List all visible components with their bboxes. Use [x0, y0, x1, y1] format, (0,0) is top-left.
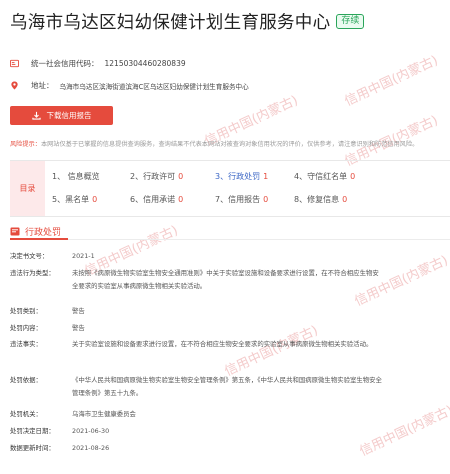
catalog-item-repair-info[interactable]: 8、修复信息 0 — [294, 194, 347, 205]
catalog-item-label: 6、信用承诺 — [130, 195, 176, 204]
detail-key: 数据更新时间： — [10, 444, 55, 452]
credit-code-value: 12150304460280839 — [104, 59, 186, 68]
section-header: 行政处罚 — [10, 223, 450, 239]
credit-code-row: 统一社会信用代码： 12150304460280839 — [10, 58, 186, 69]
catalog-item-credit-commitment[interactable]: 6、信用承诺 0 — [130, 194, 183, 205]
catalog-item-admin-license[interactable]: 2、行政许可 0 — [130, 171, 183, 182]
catalog-item-count: 0 — [178, 195, 184, 204]
download-report-button[interactable]: 下载信用报告 — [10, 106, 113, 125]
catalog-item-credit-report[interactable]: 7、信用报告 0 — [215, 194, 268, 205]
credit-code-label: 统一社会信用代码： — [31, 59, 99, 68]
download-report-label: 下载信用报告 — [46, 111, 92, 120]
catalog-item-label: 1、 信息概览 — [52, 172, 100, 181]
catalog-item-overview[interactable]: 1、 信息概览 — [52, 171, 103, 182]
address-value: 乌海市乌达区滨海街道滨海C区乌达区妇幼保健计划生育服务中心 — [59, 82, 249, 91]
detail-value: 《中华人民共和国病原微生物实验室生物安全管理条例》第五条，《中华人民共和国病原微… — [72, 376, 382, 397]
location-pin-icon — [11, 81, 18, 90]
section-title: 行政处罚 — [25, 227, 62, 238]
detail-key: 处罚依据： — [10, 376, 42, 384]
detail-value: 警告 — [72, 307, 85, 315]
catalog-item-admin-penalty[interactable]: 3、行政处罚 1 — [215, 171, 268, 182]
catalog-item-count: 0 — [342, 195, 348, 204]
page-header: 乌海市乌达区妇幼保健计划生育服务中心 存续 — [10, 8, 365, 34]
detail-key: 处罚内容： — [10, 324, 42, 332]
detail-value: 2021-1 — [72, 252, 95, 260]
catalog-item-count: 0 — [92, 195, 98, 204]
risk-notice-text: 本网站仅基于已掌握的信息提供查询服务，查询结果不代表本网站对被查询对象信用状况的… — [40, 141, 419, 148]
catalog-item-label: 8、修复信息 — [294, 195, 340, 204]
detail-value: 未按照《病原微生物实验室生物安全通用准则》中关于实验室设施和设备要求进行设置，在… — [72, 269, 379, 290]
catalog-item-label: 5、黑名单 — [52, 195, 90, 204]
download-icon — [31, 111, 41, 120]
address-row: 地址： 乌海市乌达区滨海街道滨海C区乌达区妇幼保健计划生育服务中心 — [10, 80, 249, 91]
detail-key: 决定书文号： — [10, 252, 49, 260]
detail-key: 处罚机关： — [10, 410, 42, 418]
status-badge: 存续 — [336, 13, 365, 29]
catalog-item-label: 7、信用报告 — [215, 195, 261, 204]
risk-notice-label: 风险提示： — [10, 141, 41, 148]
detail-value: 2021-06-30 — [72, 427, 110, 435]
catalog-item-count: 0 — [178, 172, 184, 181]
address-label: 地址： — [31, 81, 54, 90]
document-icon — [10, 227, 20, 235]
catalog-item-label: 2、行政许可 — [130, 172, 176, 181]
detail-key: 处罚决定日期： — [10, 427, 55, 435]
company-name: 乌海市乌达区妇幼保健计划生育服务中心 — [10, 12, 331, 33]
catalog-item-redlist[interactable]: 4、守信红名单 0 — [294, 171, 355, 182]
catalog-table: 目录 1、 信息概览 2、行政许可 0 3、行政处罚 1 4、守信红名单 0 5、黑名… — [10, 160, 450, 217]
section-divider — [10, 238, 450, 240]
id-card-icon — [10, 59, 19, 68]
catalog-label: 目录 — [10, 161, 45, 216]
catalog-item-count: 0 — [350, 172, 356, 181]
catalog-item-count: 0 — [263, 195, 269, 204]
catalog-item-label: 3、行政处罚 — [215, 172, 261, 181]
detail-value: 关于实验室设施和设备要求进行设置，在不符合相应生物安全要求的实验室从事病原微生物… — [72, 340, 373, 348]
watermark: 信用中国(内蒙古) — [342, 53, 441, 110]
detail-value: 警告 — [72, 324, 85, 332]
detail-key: 违法行为类型： — [10, 269, 55, 277]
detail-value: 乌海市卫生健康委员会 — [72, 410, 136, 418]
risk-notice: 风险提示：本网站仅基于已掌握的信息提供查询服务，查询结果不代表本网站对被查询对象… — [10, 139, 450, 148]
detail-key: 违法事实： — [10, 340, 42, 348]
catalog-item-blacklist[interactable]: 5、黑名单 0 — [52, 194, 97, 205]
detail-value: 2021-08-26 — [72, 444, 110, 452]
catalog-item-count: 1 — [263, 172, 269, 181]
detail-key: 处罚类别： — [10, 307, 42, 315]
catalog-item-label: 4、守信红名单 — [294, 172, 348, 181]
